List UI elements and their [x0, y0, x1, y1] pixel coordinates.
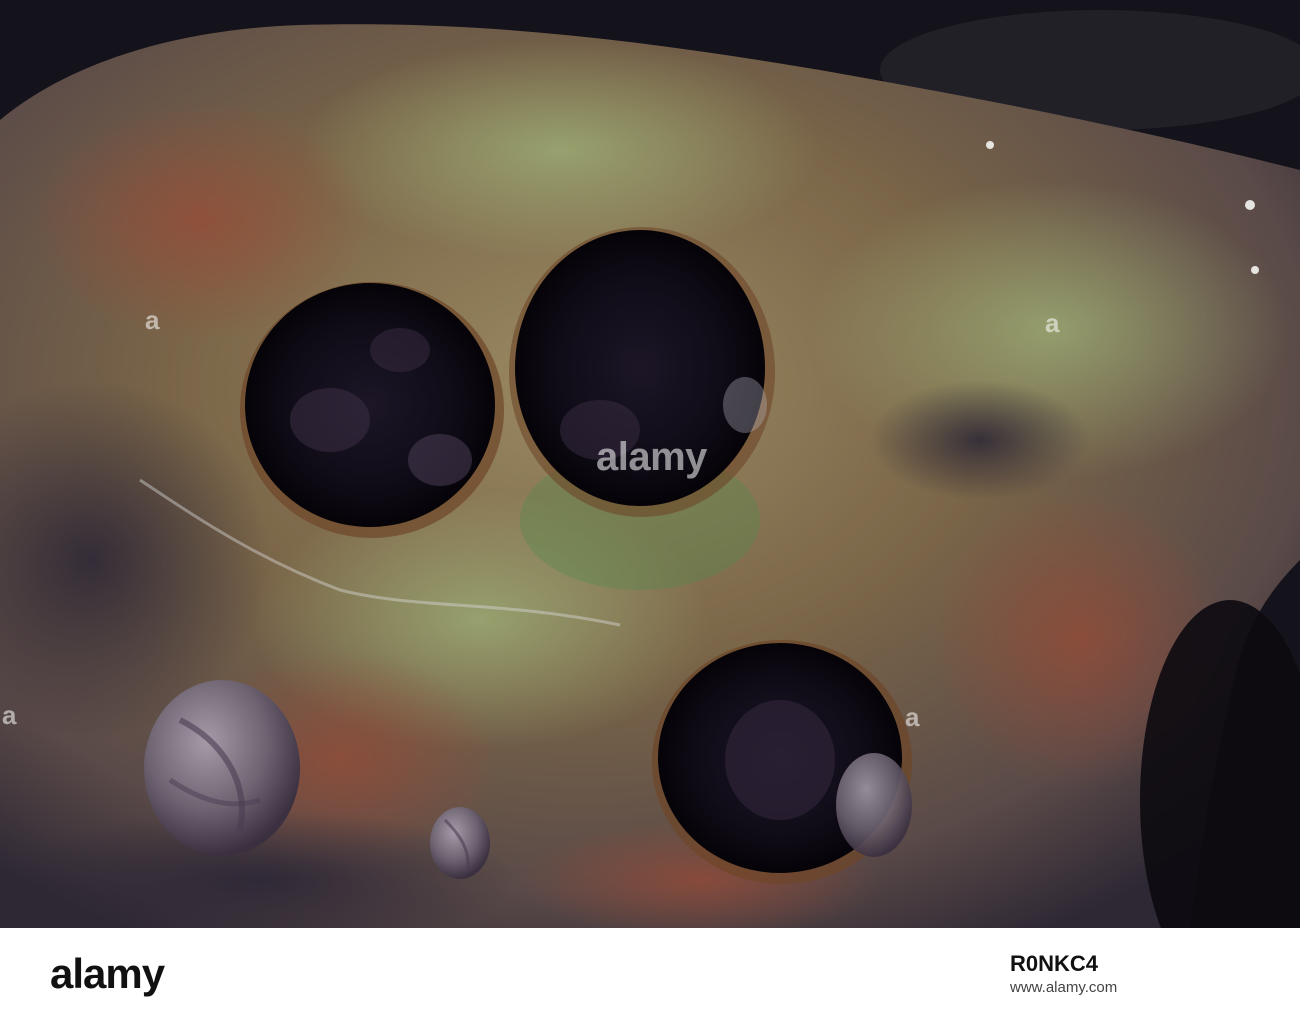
watermark-mark: a: [905, 702, 919, 732]
barnacle: [986, 141, 994, 149]
snail-small: [430, 807, 490, 879]
footer-url[interactable]: www.alamy.com: [1010, 976, 1290, 1000]
photo: alamy a a a a: [0, 0, 1300, 928]
watermark-mark: a: [145, 305, 159, 335]
image-id: R0NKC4: [1010, 951, 1099, 976]
watermark-mark: a: [1045, 308, 1059, 338]
footer-logo: alamy: [50, 950, 165, 997]
footer-info: R0NKC4 www.alamy.com: [1010, 952, 1290, 1000]
hole-bottom: [652, 640, 912, 884]
moss-patch: [300, 40, 820, 260]
watermark-mark: a: [2, 700, 16, 730]
snail-large: [144, 680, 300, 856]
barnacle: [1251, 266, 1259, 274]
hole-left: [240, 282, 504, 538]
dark-lichen: [870, 380, 1090, 500]
barnacle: [1245, 200, 1255, 210]
watermark-logo: alamy: [596, 435, 707, 479]
